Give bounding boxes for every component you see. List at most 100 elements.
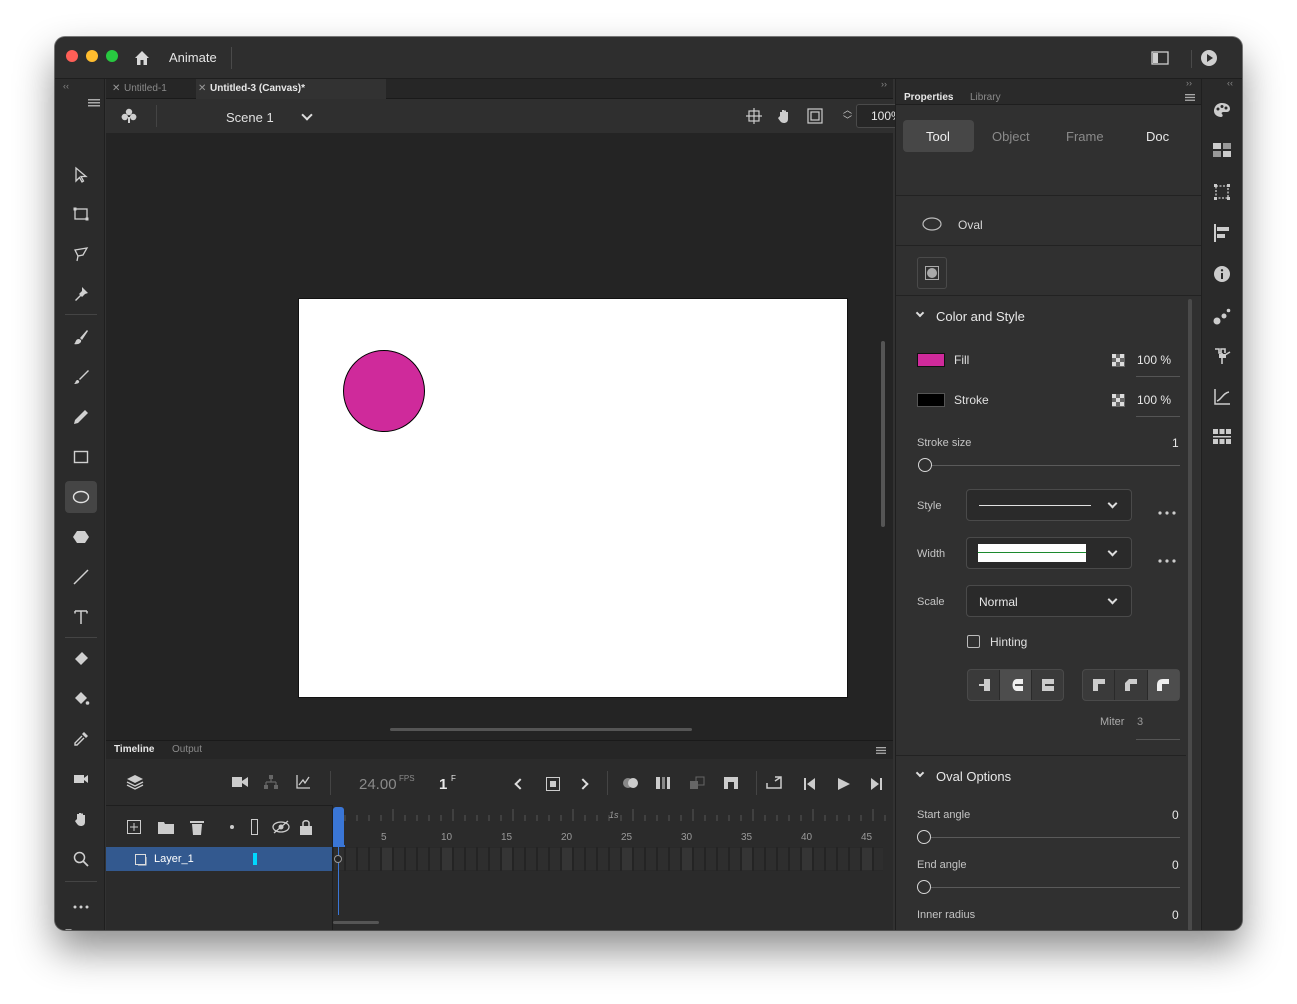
workspace-layout-icon[interactable] <box>1151 51 1169 70</box>
stage-canvas[interactable] <box>298 298 848 698</box>
stroke-swatch[interactable] <box>917 393 945 407</box>
cap-square-button[interactable] <box>1032 670 1063 700</box>
free-transform-tool-icon[interactable] <box>65 198 97 230</box>
scene-dropdown-icon[interactable] <box>301 109 313 121</box>
color-style-collapse-icon[interactable] <box>915 308 925 318</box>
stroke-style-dropdown[interactable] <box>966 489 1132 521</box>
swatches-panel-icon[interactable] <box>1213 143 1231 162</box>
components-panel-icon[interactable] <box>1213 347 1231 370</box>
fill-opacity[interactable]: 100 % <box>1137 353 1171 367</box>
loop-playback-icon[interactable] <box>765 775 783 796</box>
insert-keyframe-icon[interactable] <box>546 777 560 796</box>
previous-keyframe-icon[interactable] <box>514 778 526 790</box>
next-keyframe-icon[interactable] <box>577 778 589 790</box>
more-tools-icon[interactable] <box>65 891 97 923</box>
new-layer-icon[interactable] <box>127 820 141 839</box>
motion-editor-icon[interactable] <box>1213 388 1231 411</box>
playhead[interactable] <box>333 807 344 847</box>
home-icon[interactable] <box>133 49 151 72</box>
polystar-tool-icon[interactable] <box>65 521 97 553</box>
cap-round-button[interactable] <box>1000 670 1032 700</box>
scene-selector[interactable]: Scene 1 <box>226 110 274 125</box>
tab-timeline[interactable]: Timeline <box>114 744 154 755</box>
close-window-button[interactable] <box>66 50 78 62</box>
mode-tab-tool[interactable]: Tool <box>926 129 950 144</box>
camera-tool-icon[interactable] <box>65 763 97 795</box>
play-icon[interactable] <box>838 777 850 795</box>
info-panel-icon[interactable] <box>1213 265 1231 288</box>
camera-icon[interactable] <box>231 775 249 794</box>
motion-presets-icon[interactable] <box>1213 307 1231 330</box>
rectangle-tool-icon[interactable] <box>65 441 97 473</box>
test-movie-icon[interactable] <box>1200 49 1218 72</box>
layer-color-indicator[interactable] <box>253 853 257 865</box>
close-tab-icon[interactable]: ✕ <box>112 79 120 99</box>
current-frame-value[interactable]: 1 <box>439 776 447 793</box>
brush-tool-icon[interactable] <box>65 361 97 393</box>
create-tween-icon[interactable] <box>723 776 739 795</box>
layer-row[interactable]: Layer_1 <box>106 847 332 871</box>
mode-tab-frame[interactable]: Frame <box>1066 129 1104 144</box>
paint-brush-tool-icon[interactable] <box>65 321 97 353</box>
layer-name[interactable]: Layer_1 <box>154 853 194 865</box>
layer-parenting-icon[interactable] <box>263 774 279 795</box>
hinting-checkbox[interactable] <box>967 635 980 648</box>
rotate-stage-icon[interactable] <box>775 107 793 130</box>
keyframe-marker[interactable] <box>334 855 342 863</box>
toolbar-menu-icon[interactable] <box>88 94 100 112</box>
stroke-size-slider[interactable] <box>918 458 932 472</box>
frame-picker-icon[interactable] <box>1213 429 1231 452</box>
delete-layer-icon[interactable] <box>190 819 204 840</box>
tab-untitled-3[interactable]: ✕ Untitled-3 (Canvas)* <box>196 79 386 99</box>
stroke-size-value[interactable]: 1 <box>1172 436 1179 450</box>
text-tool-icon[interactable] <box>65 601 97 633</box>
pin-tool-icon[interactable] <box>65 278 97 310</box>
tab-output[interactable]: Output <box>172 744 202 755</box>
minimize-window-button[interactable] <box>86 50 98 62</box>
hand-tool-icon[interactable] <box>65 803 97 835</box>
eyedropper-tool-icon[interactable] <box>65 723 97 755</box>
tab-library[interactable]: Library <box>970 92 1001 103</box>
inner-radius-value[interactable]: 0 <box>1172 908 1179 922</box>
hide-layers-icon[interactable] <box>272 820 290 839</box>
stroke-style-options-icon[interactable] <box>1158 502 1176 520</box>
join-miter-button[interactable] <box>1083 670 1116 700</box>
timeline-horizontal-scrollbar[interactable] <box>333 921 379 924</box>
clip-stage-icon[interactable] <box>807 108 823 129</box>
selection-tool-icon[interactable] <box>65 159 97 191</box>
zoom-tool-icon[interactable] <box>65 843 97 875</box>
eraser-tool-icon[interactable] <box>65 643 97 675</box>
zoom-stepper[interactable]: ︿ ﹀ <box>843 105 852 125</box>
swap-colors-icon[interactable]: ⇆ <box>83 927 94 930</box>
lock-layers-icon[interactable] <box>300 819 312 840</box>
stroke-width-options-icon[interactable] <box>1158 550 1176 568</box>
panel-collapse-icon[interactable]: ›› <box>1186 78 1192 88</box>
new-folder-icon[interactable] <box>158 821 174 839</box>
cap-none-button[interactable] <box>968 670 1000 700</box>
expand-panels-icon[interactable]: ›› <box>881 79 887 89</box>
oval-options-heading[interactable]: Oval Options <box>936 769 1011 784</box>
start-angle-slider[interactable] <box>917 830 931 844</box>
stroke-width-dropdown[interactable] <box>966 537 1132 569</box>
collapse-toolbar-icon[interactable]: ‹‹ <box>63 81 69 91</box>
color-style-heading[interactable]: Color and Style <box>936 309 1025 324</box>
layers-icon[interactable] <box>126 774 144 795</box>
stroke-opacity[interactable]: 100 % <box>1137 393 1171 407</box>
properties-menu-icon[interactable] <box>1185 94 1195 101</box>
step-forward-icon[interactable] <box>869 777 883 795</box>
close-tab-icon[interactable]: ✕ <box>198 79 206 99</box>
pencil-tool-icon[interactable] <box>65 401 97 433</box>
default-colors-icon[interactable] <box>64 928 77 930</box>
icon-strip-collapse-icon[interactable]: ‹‹ <box>1227 78 1233 88</box>
symbol-icon[interactable] <box>120 107 138 130</box>
line-tool-icon[interactable] <box>65 561 97 593</box>
object-drawing-mode-button[interactable] <box>917 257 947 289</box>
stage-horizontal-scrollbar[interactable] <box>390 728 692 731</box>
lasso-tool-icon[interactable] <box>65 238 97 270</box>
scale-dropdown[interactable]: Normal <box>966 585 1132 617</box>
join-bevel-button[interactable] <box>1115 670 1148 700</box>
paint-bucket-tool-icon[interactable] <box>65 683 97 715</box>
timeline-menu-icon[interactable] <box>876 747 886 754</box>
mode-tab-doc[interactable]: Doc <box>1146 129 1169 144</box>
tab-untitled-1[interactable]: ✕ Untitled-1 <box>110 79 198 99</box>
